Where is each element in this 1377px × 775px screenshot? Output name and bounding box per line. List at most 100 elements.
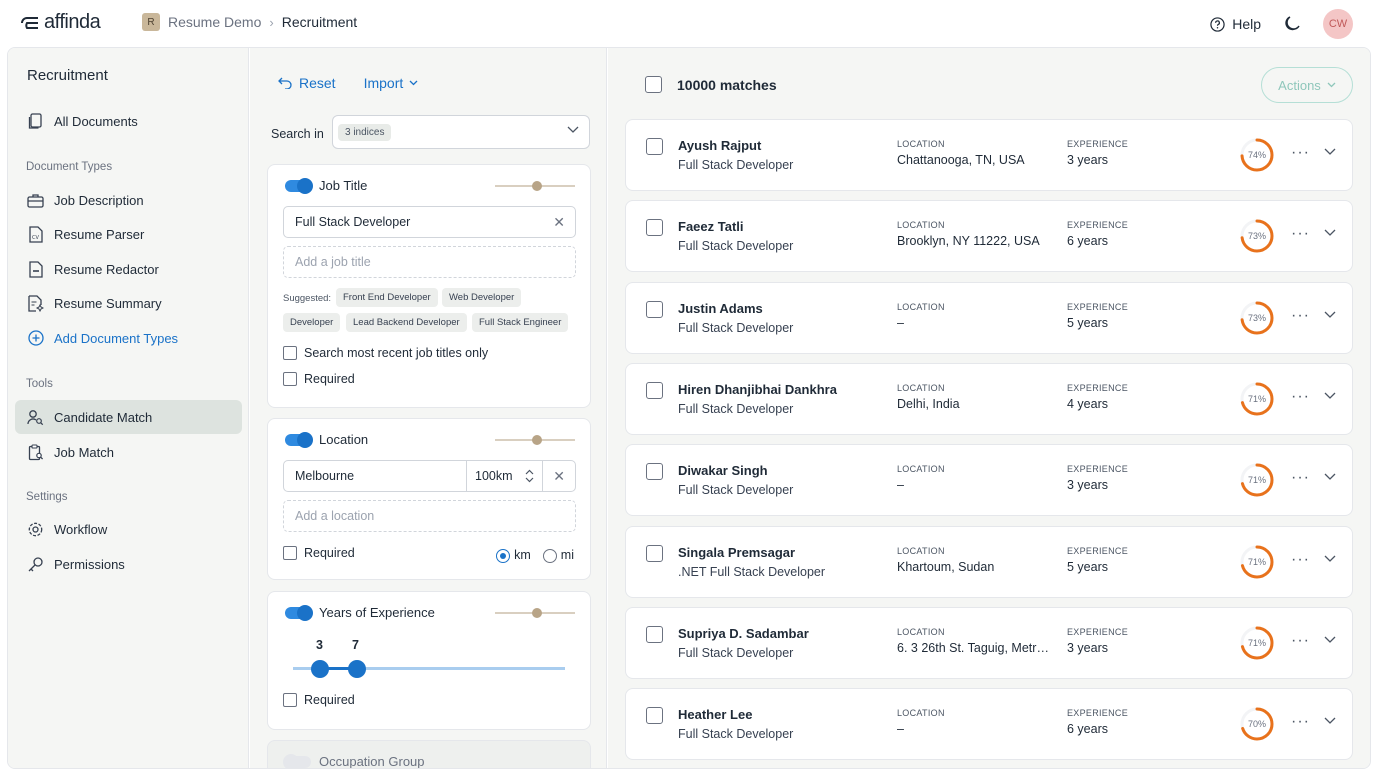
experience-required-checkbox[interactable]: Required: [283, 693, 355, 707]
candidate-row[interactable]: Diwakar Singh Full Stack Developer LOCATIO…: [625, 444, 1353, 516]
close-icon[interactable]: ✕: [553, 468, 565, 485]
job-title-input[interactable]: Full Stack Developer ✕: [283, 206, 576, 238]
more-options-icon[interactable]: ···: [1291, 632, 1310, 650]
sidebar-item-job-description[interactable]: Job Description: [15, 183, 242, 217]
suggestion-chip[interactable]: Front End Developer: [336, 288, 438, 307]
location-required-checkbox[interactable]: Required: [283, 546, 355, 560]
avatar[interactable]: CW: [1323, 9, 1353, 39]
location-toggle[interactable]: [285, 431, 313, 448]
indices-select[interactable]: 3 indices: [332, 115, 590, 149]
sidebar-item-candidate-match[interactable]: Candidate Match: [15, 400, 242, 434]
sidebar-item-workflow[interactable]: Workflow: [15, 512, 242, 546]
checkbox-box[interactable]: [283, 372, 297, 386]
candidate-name[interactable]: Heather Lee: [678, 707, 752, 722]
location-input[interactable]: Melbourne 100km ✕: [283, 460, 576, 492]
candidate-row[interactable]: Singala Premsagar .NET Full Stack Develop…: [625, 526, 1353, 598]
radio-button[interactable]: [542, 548, 557, 563]
chevron-down-icon[interactable]: [1324, 636, 1336, 644]
suggestion-chip[interactable]: Full Stack Engineer: [472, 313, 569, 332]
suggestion-chip[interactable]: Lead Backend Developer: [346, 313, 467, 332]
candidate-row[interactable]: Hiren Dhanjibhai Dankhra Full Stack Devel…: [625, 363, 1353, 435]
candidate-name[interactable]: Diwakar Singh: [678, 463, 768, 478]
add-location-input[interactable]: Add a location: [283, 500, 576, 532]
job-title-weight-slider[interactable]: [495, 181, 575, 191]
more-options-icon[interactable]: ···: [1291, 388, 1310, 406]
sidebar-item-resume-redactor[interactable]: Resume Redactor: [15, 252, 242, 286]
stepper-arrows-icon[interactable]: [525, 469, 534, 483]
breadcrumb-project[interactable]: Resume Demo: [168, 14, 261, 30]
job-title-required-checkbox[interactable]: Required: [283, 372, 355, 386]
more-options-icon[interactable]: ···: [1291, 551, 1310, 569]
more-options-icon[interactable]: ···: [1291, 225, 1310, 243]
chevron-down-icon[interactable]: [1324, 717, 1336, 725]
row-checkbox[interactable]: [646, 626, 663, 643]
candidate-row[interactable]: Justin Adams Full Stack Developer LOCATION…: [625, 282, 1353, 354]
candidate-name[interactable]: Ayush Rajput: [678, 138, 761, 153]
candidate-row[interactable]: Supriya D. Sadambar Full Stack Developer L…: [625, 607, 1353, 679]
candidate-name[interactable]: Supriya D. Sadambar: [678, 626, 809, 641]
more-options-icon[interactable]: ···: [1291, 307, 1310, 325]
row-checkbox[interactable]: [646, 545, 663, 562]
suggestion-chip[interactable]: Developer: [283, 313, 341, 332]
radio-km[interactable]: km: [496, 548, 531, 563]
chevron-down-icon[interactable]: [1324, 148, 1336, 156]
experience-max-value: 7: [352, 638, 359, 652]
radio-mi[interactable]: mi: [542, 548, 574, 563]
candidate-name[interactable]: Hiren Dhanjibhai Dankhra: [678, 382, 837, 397]
brand-logo[interactable]: affinda: [20, 11, 101, 34]
more-options-icon[interactable]: ···: [1291, 713, 1310, 731]
moon-icon[interactable]: [1283, 15, 1301, 33]
row-checkbox[interactable]: [646, 463, 663, 480]
candidate-row[interactable]: Faeez Tatli Full Stack Developer LOCATION B…: [625, 200, 1353, 272]
radio-button[interactable]: [496, 548, 511, 563]
job-title-toggle[interactable]: [285, 177, 313, 194]
chevron-down-icon[interactable]: [1324, 311, 1336, 319]
filter-toolbar: Reset Import: [278, 75, 418, 91]
required-label: Required: [304, 372, 355, 386]
reset-button[interactable]: Reset: [278, 75, 336, 91]
sidebar-item-job-match[interactable]: Job Match: [15, 435, 242, 469]
experience-max-handle[interactable]: [348, 660, 366, 678]
checkbox-box[interactable]: [283, 346, 297, 360]
row-checkbox[interactable]: [646, 382, 663, 399]
close-icon[interactable]: ✕: [553, 214, 565, 231]
more-options-icon[interactable]: ···: [1291, 144, 1310, 162]
sidebar-item-permissions[interactable]: Permissions: [15, 547, 242, 581]
sidebar-item-resume-parser[interactable]: CV Resume Parser: [15, 217, 242, 251]
candidate-name[interactable]: Justin Adams: [678, 301, 763, 316]
candidate-name[interactable]: Faeez Tatli: [678, 219, 744, 234]
location-weight-slider[interactable]: [495, 435, 575, 445]
match-score: 70%: [1247, 719, 1266, 729]
suggestion-chip[interactable]: Web Developer: [442, 288, 522, 307]
candidate-name[interactable]: Singala Premsagar: [678, 545, 795, 560]
add-job-title-input[interactable]: Add a job title: [283, 246, 576, 278]
chevron-down-icon[interactable]: [1324, 555, 1336, 563]
recent-titles-checkbox[interactable]: Search most recent job titles only: [283, 346, 488, 360]
help-button[interactable]: Help: [1210, 16, 1261, 32]
location-label: LOCATION: [897, 708, 945, 718]
sidebar-item-resume-summary[interactable]: Resume Summary: [15, 286, 242, 320]
occupation-group-toggle[interactable]: [283, 753, 311, 768]
row-checkbox[interactable]: [646, 707, 663, 724]
candidate-row[interactable]: Ayush Rajput Full Stack Developer LOCATION…: [625, 119, 1353, 191]
experience-min-handle[interactable]: [311, 660, 329, 678]
experience-toggle[interactable]: [285, 604, 313, 621]
sidebar-item-all-documents[interactable]: All Documents: [15, 104, 242, 138]
candidate-row[interactable]: Heather Lee Full Stack Developer LOCATION –…: [625, 688, 1353, 760]
actions-button[interactable]: Actions: [1261, 67, 1353, 103]
checkbox-box[interactable]: [283, 693, 297, 707]
gear-icon: [27, 521, 44, 538]
more-options-icon[interactable]: ···: [1291, 469, 1310, 487]
chevron-down-icon[interactable]: [1324, 392, 1336, 400]
distance-stepper[interactable]: 100km: [466, 461, 534, 491]
chevron-down-icon[interactable]: [1324, 229, 1336, 237]
import-button[interactable]: Import: [364, 75, 419, 91]
row-checkbox[interactable]: [646, 138, 663, 155]
row-checkbox[interactable]: [646, 301, 663, 318]
select-all-checkbox[interactable]: [645, 76, 662, 93]
row-checkbox[interactable]: [646, 219, 663, 236]
experience-weight-slider[interactable]: [495, 608, 575, 618]
chevron-down-icon[interactable]: [1324, 473, 1336, 481]
checkbox-box[interactable]: [283, 546, 297, 560]
add-document-types-button[interactable]: Add Document Types: [15, 321, 242, 355]
